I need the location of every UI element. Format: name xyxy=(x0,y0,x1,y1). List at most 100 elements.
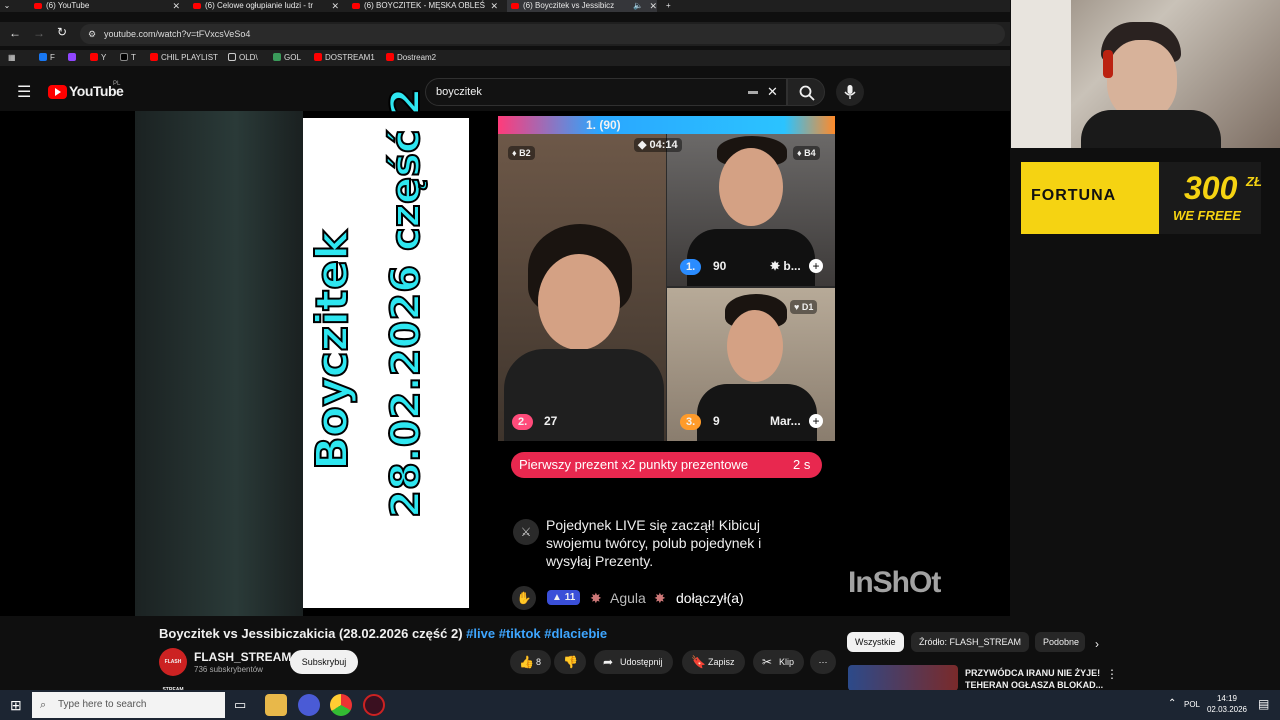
clear-search-icon[interactable]: ✕ xyxy=(767,79,778,105)
close-tab-icon[interactable]: ✕ xyxy=(172,0,180,12)
reload-icon[interactable]: ↻ xyxy=(57,25,67,39)
like-button[interactable]: 👍 8 xyxy=(510,650,552,674)
rank-3-score: 9 xyxy=(713,414,720,428)
bookmark-item[interactable]: DOSTREAM1 xyxy=(314,53,375,62)
rank-2-pill: 2. xyxy=(512,414,534,430)
audio-playing-icon[interactable]: 🔈 xyxy=(633,0,643,12)
youtube-icon xyxy=(314,53,322,61)
browser-tab[interactable]: (6) BOYCZITEK - MĘSKA OBLEŚ ✕ xyxy=(348,0,498,12)
task-view-icon[interactable]: ▭ xyxy=(234,697,246,713)
tab-title: (6) Boyczitek vs Jessibicz xyxy=(523,1,615,10)
tab-list-chevron-icon[interactable]: ⌄ xyxy=(0,0,14,12)
recommended-menu-icon[interactable]: ⋮ xyxy=(1106,667,1118,681)
fortuna-ad[interactable]: FORTUNA 300 ZŁ WE FREEE xyxy=(1021,162,1262,234)
close-tab-icon[interactable]: ✕ xyxy=(649,0,657,12)
site-info-icon[interactable]: ⚙ xyxy=(88,24,96,44)
follow-plus-icon[interactable]: + xyxy=(809,414,823,428)
gift-prompt-text: Pierwszy prezent x2 punkty prezentowe xyxy=(519,457,749,472)
app-icon[interactable] xyxy=(298,694,320,716)
search-input[interactable]: boyczitek ▬ ✕ xyxy=(425,78,787,106)
clip-button[interactable]: ✂ Klip xyxy=(753,650,805,674)
youtube-favicon-icon xyxy=(193,3,201,9)
gift-prompt-banner: Pierwszy prezent x2 punkty prezentowe 2 … xyxy=(511,452,822,478)
rank-3-pill: 3. xyxy=(680,414,702,430)
hashtag-link[interactable]: #dlaciebie xyxy=(544,626,607,641)
chip-all[interactable]: Wszystkie xyxy=(847,632,904,652)
dislike-button[interactable]: 👎 xyxy=(554,650,586,674)
bookmark-folder[interactable]: OLD\ xyxy=(228,53,258,62)
bookmark-label: CHIL PLAYLIST xyxy=(161,53,218,62)
sparkle-icon: ✸ xyxy=(590,590,602,606)
bookmark-item[interactable]: CHIL PLAYLIST xyxy=(150,53,218,62)
windows-start-icon[interactable]: ⊞ xyxy=(10,697,22,714)
browser-tab[interactable]: (6) YouTube ✕ xyxy=(30,0,180,12)
rank-1-score: 90 xyxy=(713,259,727,273)
close-tab-icon[interactable]: ✕ xyxy=(331,0,339,12)
forward-arrow-icon[interactable]: → xyxy=(33,26,45,40)
apps-grid-icon[interactable]: ▦ xyxy=(8,53,16,62)
window-background xyxy=(1011,0,1071,148)
battle-timer: ◆ 04:14 xyxy=(634,138,682,152)
language-indicator[interactable]: POL xyxy=(1184,700,1200,709)
save-label: Zapisz xyxy=(708,657,735,667)
bookmark-item[interactable]: Y xyxy=(90,53,106,62)
subscriber-count: 736 subskrybentów xyxy=(194,665,263,674)
voice-search-button[interactable] xyxy=(836,78,864,106)
bookmark-item[interactable]: Dostream2 xyxy=(386,53,436,62)
badge-bottom-right: ♥ D1 xyxy=(790,300,818,314)
obs-icon[interactable] xyxy=(363,694,385,716)
more-actions-button[interactable]: ⋯ xyxy=(810,650,836,674)
taskbar-clock[interactable]: 14:19 02.03.2026 xyxy=(1205,693,1249,715)
share-button[interactable]: ➦ Udostępnij xyxy=(594,650,673,674)
bookmark-item[interactable] xyxy=(68,53,79,62)
chip-source[interactable]: Źródło: FLASH_STREAM xyxy=(911,632,1030,652)
battle-chat-icon: ⚔ xyxy=(513,519,539,545)
battle-score-bar: 1. (90) xyxy=(498,116,835,134)
chrome-icon[interactable] xyxy=(330,694,352,716)
streamer-shirt xyxy=(1081,110,1221,148)
bookmark-item[interactable]: F xyxy=(39,53,55,62)
headphones-icon xyxy=(1103,50,1113,78)
rank-1-user: ✸ b... xyxy=(770,259,801,273)
browser-tab-active[interactable]: (6) Boyczitek vs Jessibicz 🔈 ✕ xyxy=(507,0,657,12)
search-icon: ⌕ xyxy=(40,699,47,711)
recommended-title[interactable]: PRZYWÓDCA IRANU NIE ŻYJE! TEHERAN OGŁASZ… xyxy=(965,667,1105,691)
close-tab-icon[interactable]: ✕ xyxy=(490,0,498,12)
participant-face xyxy=(719,148,783,226)
rank-2-score: 27 xyxy=(544,414,558,428)
participant-left xyxy=(498,134,666,441)
url-field[interactable]: ⚙ youtube.com/watch?v=tFVxcsVeSo4 xyxy=(80,24,1005,44)
keyboard-icon[interactable]: ▬ xyxy=(748,79,758,105)
taskbar-search-input[interactable]: ⌕ Type here to search xyxy=(32,692,225,718)
ad-currency: ZŁ xyxy=(1246,174,1262,189)
chevron-right-icon[interactable]: › xyxy=(1095,637,1099,651)
follow-plus-icon[interactable]: + xyxy=(809,259,823,273)
chip-similar[interactable]: Podobne xyxy=(1035,632,1085,652)
tab-title: (6) YouTube xyxy=(46,1,90,10)
participant-face xyxy=(727,310,783,382)
badge-top-left: ♦ B2 xyxy=(508,146,535,160)
back-arrow-icon[interactable]: ← xyxy=(9,26,21,40)
hashtag-link[interactable]: #tiktok xyxy=(499,626,541,641)
search-button[interactable] xyxy=(787,78,825,106)
clip-label: Klip xyxy=(779,657,795,667)
hashtag-link[interactable]: #live xyxy=(466,626,495,641)
region-code: PL xyxy=(113,81,121,87)
channel-avatar[interactable]: FLASH STREAM xyxy=(159,648,187,693)
tray-chevron-icon[interactable]: ⌃ xyxy=(1168,698,1176,709)
browser-tab[interactable]: (6) Celowe ogłupianie ludzi - tr ✕ xyxy=(189,0,339,12)
recommended-thumbnail[interactable] xyxy=(848,665,958,691)
youtube-logo-icon[interactable] xyxy=(48,85,67,99)
subscribe-button[interactable]: Subskrybuj xyxy=(290,650,358,674)
channel-name[interactable]: FLASH_STREAM xyxy=(194,650,291,664)
notification-icon[interactable]: ▤ xyxy=(1258,697,1269,711)
new-tab-button[interactable]: + xyxy=(666,0,680,12)
menu-hamburger-icon[interactable]: ☰ xyxy=(17,82,31,102)
rank-label: 2. xyxy=(518,416,528,428)
video-title-text: Boyczitek vs Jessibiczakicia (28.02.2026… xyxy=(159,626,463,641)
bookmark-item[interactable]: T xyxy=(120,53,136,62)
search-query-text: boyczitek xyxy=(436,86,482,98)
save-button[interactable]: 🔖 Zapisz xyxy=(682,650,745,674)
bookmark-item[interactable]: GOL xyxy=(273,53,301,62)
file-explorer-icon[interactable] xyxy=(265,694,287,716)
